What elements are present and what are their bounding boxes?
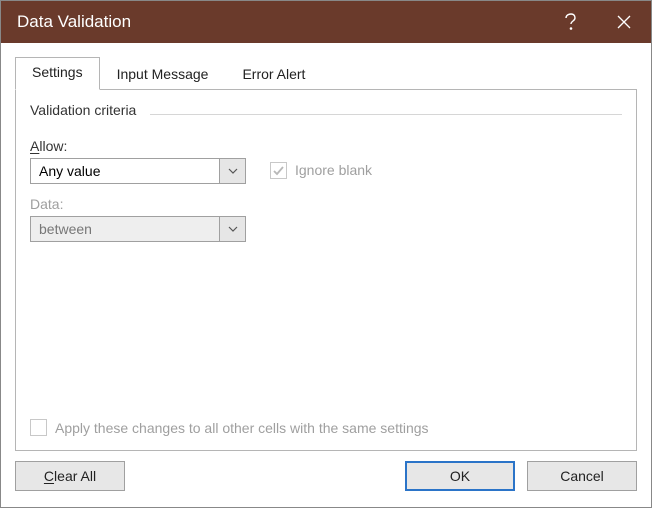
tab-input-message[interactable]: Input Message <box>100 59 226 90</box>
ignore-blank-checkbox: Ignore blank <box>270 162 372 179</box>
settings-panel: Validation criteria Allow: Any value <box>15 89 637 451</box>
apply-all-label: Apply these changes to all other cells w… <box>55 420 429 436</box>
data-label: Data: <box>30 196 598 212</box>
ignore-blank-chk-box <box>270 162 287 179</box>
data-validation-dialog: Data Validation Settings Input Message E… <box>0 0 652 508</box>
apply-all-checkbox: Apply these changes to all other cells w… <box>30 419 622 436</box>
tab-error-alert[interactable]: Error Alert <box>225 59 322 90</box>
tab-settings[interactable]: Settings <box>15 57 100 90</box>
dialog-footer: Clear All OK Cancel <box>15 451 637 495</box>
ok-button[interactable]: OK <box>405 461 515 491</box>
data-combo: between <box>30 216 246 242</box>
section-divider <box>150 114 622 115</box>
cancel-button[interactable]: Cancel <box>527 461 637 491</box>
ignore-blank-label: Ignore blank <box>295 162 372 178</box>
help-button[interactable] <box>543 1 597 43</box>
validation-criteria-label: Validation criteria <box>30 102 622 118</box>
close-button[interactable] <box>597 1 651 43</box>
allow-field: Allow: Any value <box>30 138 246 184</box>
allow-combo[interactable]: Any value <box>30 158 246 184</box>
data-combo-button <box>219 217 245 241</box>
dialog-content: Settings Input Message Error Alert Valid… <box>1 43 651 507</box>
allow-row: Allow: Any value Ignore blank <box>30 138 622 184</box>
titlebar-buttons <box>543 1 651 43</box>
allow-label: Allow: <box>30 138 246 154</box>
data-combo-value: between <box>31 217 219 241</box>
dialog-title: Data Validation <box>1 12 543 32</box>
apply-all-chk-box <box>30 419 47 436</box>
data-field: Data: between <box>30 196 598 242</box>
clear-all-button[interactable]: Clear All <box>15 461 125 491</box>
tab-strip: Settings Input Message Error Alert <box>15 57 637 90</box>
allow-combo-value: Any value <box>31 159 219 183</box>
allow-combo-button[interactable] <box>219 159 245 183</box>
titlebar: Data Validation <box>1 1 651 43</box>
